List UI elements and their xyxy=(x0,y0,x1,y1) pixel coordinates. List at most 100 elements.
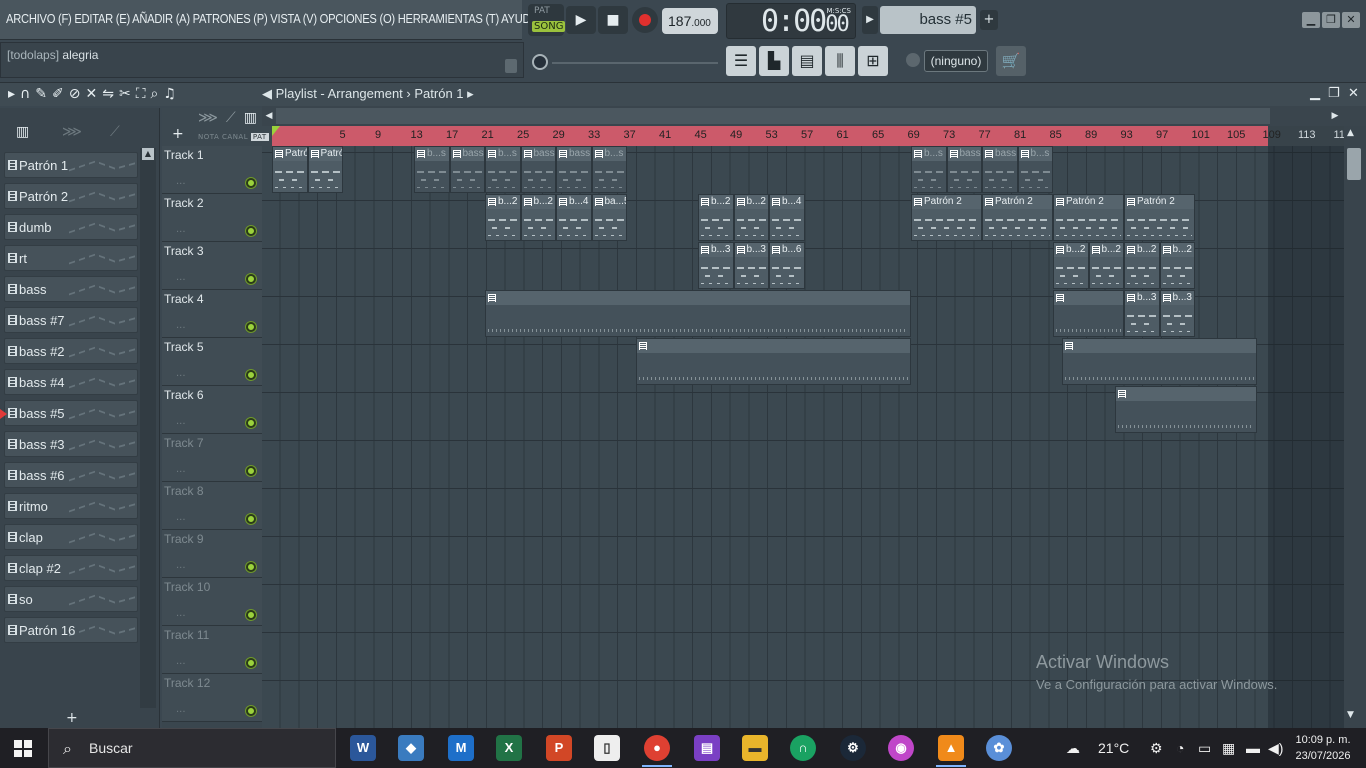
picker-item[interactable]: bass #5 xyxy=(0,400,138,426)
vscroll-down-icon[interactable]: ▼ xyxy=(1347,710,1354,720)
playlist-grid[interactable]: Patrón 1Patrón 1b...sbassb...sbassbassb.… xyxy=(262,146,1344,728)
menu-arrow-icon[interactable]: ▸ xyxy=(8,86,20,102)
add-pattern-button[interactable]: + xyxy=(980,10,998,30)
wifi-icon[interactable]: ◔ xyxy=(1176,728,1184,768)
track-row[interactable]: Track 12... xyxy=(162,674,262,722)
scroll-right-icon[interactable]: ▶ xyxy=(1328,108,1342,124)
playlist-minimize-button[interactable]: ▁ xyxy=(1310,86,1320,101)
fl-studio-icon[interactable]: ▲ xyxy=(936,735,966,767)
track-row[interactable]: Track 9... xyxy=(162,530,262,578)
timeline-ruler[interactable]: 5 9 13 17 21 25 29 33 37 41 45 49 53 57 61 65 69 73 77 81 85… xyxy=(272,126,1366,146)
slip-icon[interactable]: ⇋ xyxy=(102,86,119,102)
pitch-knob[interactable] xyxy=(532,54,548,70)
pattern-clip[interactable]: Patrón 2 xyxy=(1053,194,1124,241)
excel-icon[interactable]: X xyxy=(496,735,522,761)
output-selector[interactable]: (ninguno) xyxy=(906,50,988,72)
pattern-clip[interactable]: b...2 xyxy=(733,194,769,241)
lock-icon[interactable] xyxy=(505,59,517,73)
pattern-clip[interactable]: Patrón 1 xyxy=(307,146,343,193)
browser-icon[interactable]: ⊞ xyxy=(858,46,888,76)
track-enable-led[interactable] xyxy=(246,658,256,668)
file-icon[interactable]: ▯ xyxy=(594,735,620,761)
clock[interactable]: 10:09 p. m. 23/07/2026 xyxy=(1288,732,1358,764)
playlist-maximize-button[interactable]: ❐ xyxy=(1328,86,1340,101)
pattern-clip[interactable]: b...2 xyxy=(1053,242,1089,289)
pattern-selector-name[interactable]: bass #5 xyxy=(880,6,976,34)
pattern-clip[interactable]: bass xyxy=(946,146,982,193)
speaker-icon[interactable]: ◀ xyxy=(262,86,272,101)
picker-audio-icon[interactable]: ⋙ xyxy=(62,124,82,140)
track-row[interactable]: Track 11... xyxy=(162,626,262,674)
pattern-clip[interactable]: b...4 xyxy=(769,194,805,241)
delete-icon[interactable]: ✕ xyxy=(85,86,102,102)
pattern-clip[interactable]: bass xyxy=(556,146,592,193)
mute-icon[interactable]: ⊘ xyxy=(69,86,86,102)
picker-item[interactable]: bass #4 xyxy=(4,369,138,395)
track-enable-led[interactable] xyxy=(246,274,256,284)
track-enable-led[interactable] xyxy=(246,706,256,716)
track-enable-led[interactable] xyxy=(246,322,256,332)
settings-tray-icon[interactable]: ▦ xyxy=(1222,728,1235,768)
pattern-clip[interactable]: b...s xyxy=(414,146,450,193)
pattern-clip[interactable]: b...2 xyxy=(1124,242,1160,289)
zoom-icon[interactable]: ⌕ xyxy=(151,86,164,102)
track-enable-led[interactable] xyxy=(246,514,256,524)
track-row[interactable]: Track 3... xyxy=(162,242,262,290)
picker-item[interactable]: dumb xyxy=(4,214,138,240)
app-m-icon[interactable]: M xyxy=(448,735,474,761)
overview-bar[interactable]: ◀ ▶ xyxy=(262,106,1366,126)
playlist-view-icon[interactable]: ☰ xyxy=(726,46,756,76)
piano-roll-icon[interactable]: ▙ xyxy=(759,46,789,76)
track-row[interactable]: Track 4... xyxy=(162,290,262,338)
pattern-clip[interactable]: b...2 xyxy=(1159,242,1195,289)
pattern-clip[interactable]: Patrón 1 xyxy=(272,146,308,193)
minimize-button[interactable]: ▁ xyxy=(1302,12,1320,28)
picker-scroll-up-icon[interactable]: ▲ xyxy=(142,148,154,160)
pattern-clip[interactable] xyxy=(1061,338,1258,385)
magnet-icon[interactable]: ∩ xyxy=(20,86,35,102)
vscroll-thumb[interactable] xyxy=(1347,148,1361,180)
pattern-clip[interactable]: b...3 xyxy=(698,242,734,289)
windows-start-icon[interactable] xyxy=(14,740,32,757)
steam-icon[interactable]: ⚙ xyxy=(840,735,866,761)
picker-item[interactable]: clap #2 xyxy=(4,555,138,581)
track-enable-led[interactable] xyxy=(246,418,256,428)
playlist-pattern[interactable]: Patrón 1 xyxy=(414,86,463,101)
track-enable-led[interactable] xyxy=(246,466,256,476)
media-icon[interactable]: ▤ xyxy=(694,735,720,761)
pattern-clip[interactable]: b...s xyxy=(485,146,521,193)
mixer-icon[interactable]: ⫼ xyxy=(825,46,855,76)
pattern-clip[interactable]: Patrón 2 xyxy=(911,194,982,241)
pattern-clip[interactable]: bass xyxy=(520,146,556,193)
picker-item[interactable]: Patrón 2 xyxy=(4,183,138,209)
picker-item[interactable]: so xyxy=(4,586,138,612)
track-row[interactable]: Track 8... xyxy=(162,482,262,530)
track-enable-led[interactable] xyxy=(246,226,256,236)
picker-item[interactable]: bass #3 xyxy=(4,431,138,457)
battery-icon[interactable]: ▬ xyxy=(1246,728,1260,768)
temperature[interactable]: 21°C xyxy=(1098,728,1129,768)
cart-icon[interactable]: 🛒 xyxy=(996,46,1026,76)
pattern-clip[interactable]: Patrón 2 xyxy=(982,194,1053,241)
chrome-icon[interactable]: ● xyxy=(642,735,672,767)
overview-scroll[interactable] xyxy=(276,108,1270,124)
breadcrumb-arrow-icon[interactable]: ▸ xyxy=(467,86,474,101)
playback-icon[interactable]: ♫ xyxy=(163,86,181,102)
taskbar-search[interactable]: ⌕ Buscar xyxy=(48,728,336,768)
header-audio-icon[interactable]: ⋙ xyxy=(198,110,226,126)
add-track-button[interactable]: + xyxy=(172,126,184,142)
start-marker-icon[interactable] xyxy=(272,126,280,136)
record-button[interactable] xyxy=(632,7,658,33)
pattern-clip[interactable]: b...3 xyxy=(1124,290,1160,337)
header-automation-icon[interactable]: ⟋ xyxy=(226,110,244,126)
volume-icon[interactable]: ◀) xyxy=(1268,728,1283,768)
menu-items[interactable]: ARCHIVO (F) EDITAR (E) AÑADIR (A) PATRON… xyxy=(6,11,538,26)
scroll-left-icon[interactable]: ◀ xyxy=(262,108,276,124)
brush-icon[interactable]: ✐ xyxy=(52,86,69,102)
color-app-icon[interactable]: ◉ xyxy=(888,735,914,761)
slice-icon[interactable]: ✂ xyxy=(119,86,136,102)
pattern-clip[interactable]: b...2 xyxy=(1088,242,1124,289)
notes-icon[interactable]: ◆ xyxy=(398,735,424,761)
word-icon[interactable]: W xyxy=(350,735,376,761)
pattern-clip[interactable]: b...s xyxy=(591,146,627,193)
